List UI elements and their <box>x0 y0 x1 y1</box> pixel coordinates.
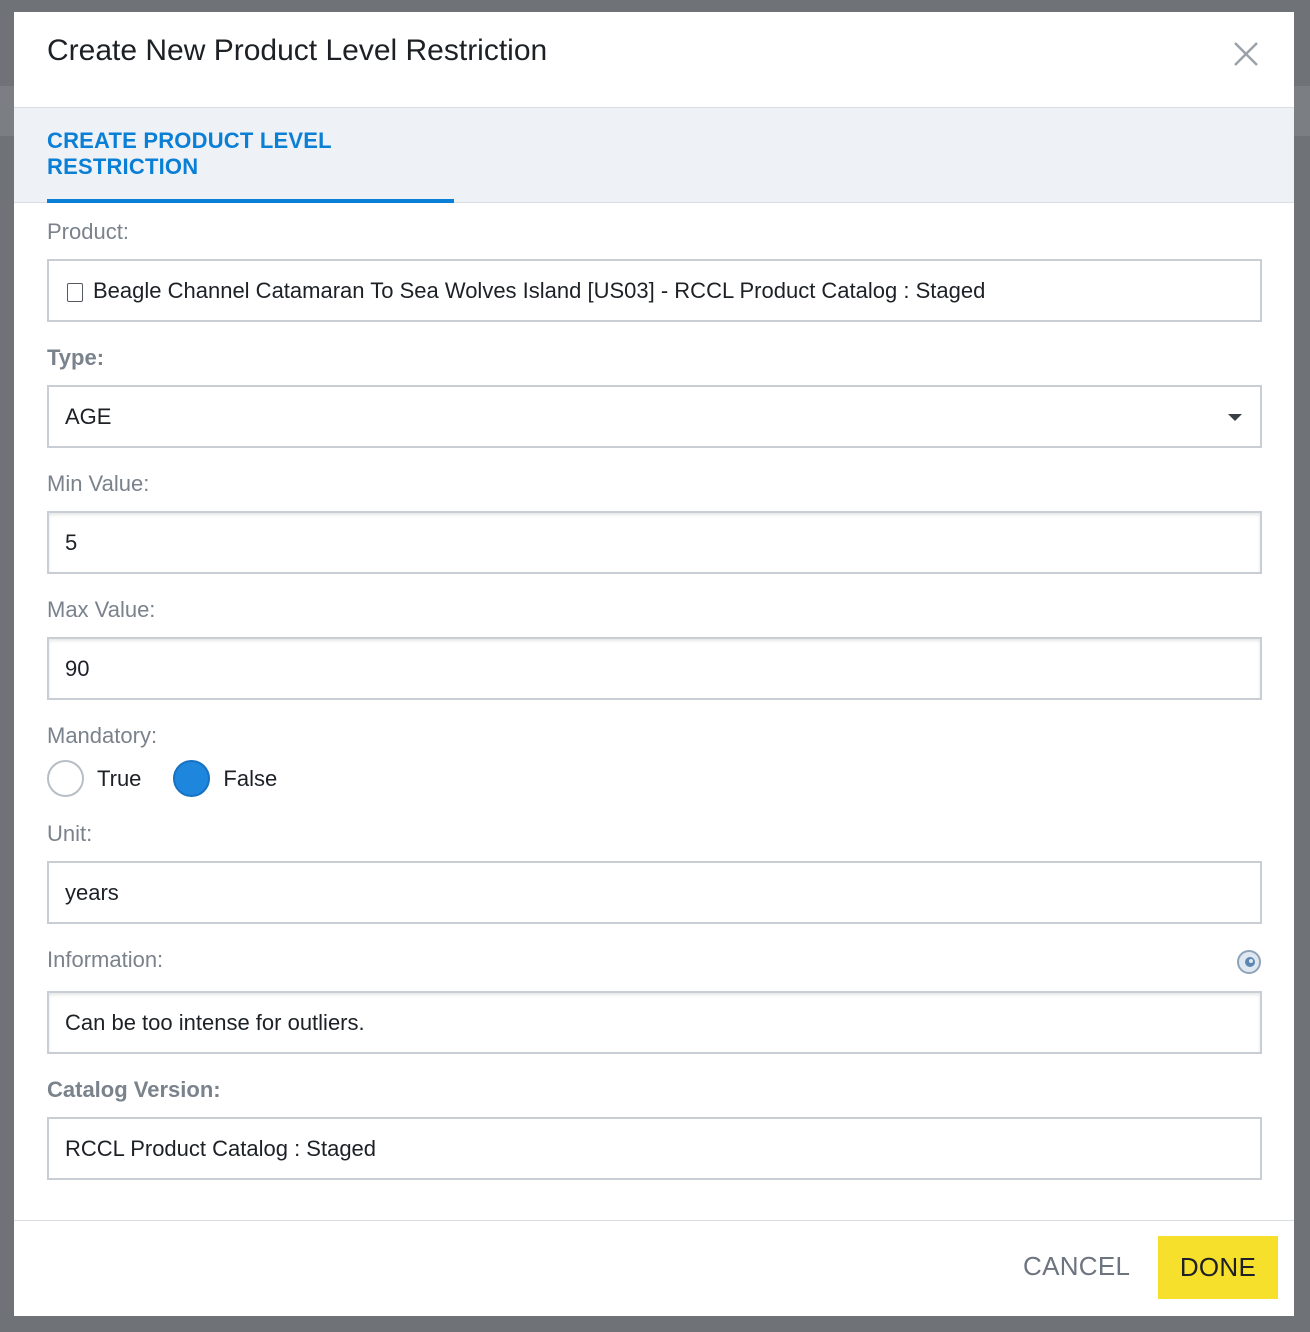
catalog-version-field[interactable]: RCCL Product Catalog : Staged <box>47 1117 1262 1180</box>
create-restriction-dialog: Create New Product Level Restriction CRE… <box>14 12 1294 1316</box>
unit-input[interactable]: years <box>47 861 1262 924</box>
min-value-label: Min Value: <box>47 471 150 496</box>
mandatory-false-label: False <box>223 765 278 791</box>
mandatory-label: Mandatory: <box>47 723 158 748</box>
mandatory-true-radio[interactable] <box>47 760 84 797</box>
type-value: AGE <box>65 403 112 429</box>
chevron-down-icon <box>1228 414 1242 421</box>
mandatory-false-radio[interactable] <box>173 760 211 797</box>
unit-label: Unit: <box>47 821 93 846</box>
type-select[interactable]: AGE <box>47 385 1262 448</box>
tab-bar: CREATE PRODUCT LEVEL RESTRICTION <box>14 108 1294 203</box>
catalog-version-text: RCCL Product Catalog : Staged <box>65 1135 377 1161</box>
max-value-text: 90 <box>65 655 90 681</box>
dialog-header: Create New Product Level Restriction <box>14 12 1294 108</box>
catalog-version-label: Catalog Version: <box>47 1077 221 1102</box>
cancel-button[interactable]: CANCEL <box>1023 1251 1130 1282</box>
min-value-input[interactable]: 5 <box>47 511 1262 574</box>
information-input[interactable]: Can be too intense for outliers. <box>47 991 1262 1054</box>
min-value-text: 5 <box>65 529 78 555</box>
close-icon <box>1234 42 1258 66</box>
information-text: Can be too intense for outliers. <box>65 1009 365 1035</box>
background-bar <box>1294 86 1310 136</box>
mandatory-true-label: True <box>97 765 142 791</box>
product-field[interactable]: Beagle Channel Catamaran To Sea Wolves I… <box>47 259 1262 322</box>
product-label: Product: <box>47 219 129 244</box>
type-label: Type: <box>47 345 105 370</box>
language-icon[interactable] <box>1236 949 1262 975</box>
tab-create-product-level-restriction[interactable]: CREATE PRODUCT LEVEL RESTRICTION <box>47 108 454 203</box>
background-bar <box>0 86 14 136</box>
close-button[interactable] <box>1232 40 1260 68</box>
dialog-title: Create New Product Level Restriction <box>47 34 548 67</box>
dialog-footer: CANCEL DONE <box>14 1220 1294 1316</box>
max-value-input[interactable]: 90 <box>47 637 1262 700</box>
done-button[interactable]: DONE <box>1158 1236 1278 1299</box>
mandatory-radio-group: True False <box>47 760 309 797</box>
max-value-label: Max Value: <box>47 597 156 622</box>
information-label: Information: <box>47 947 164 972</box>
product-value: Beagle Channel Catamaran To Sea Wolves I… <box>93 277 986 303</box>
document-icon <box>67 283 83 302</box>
unit-text: years <box>65 879 119 905</box>
